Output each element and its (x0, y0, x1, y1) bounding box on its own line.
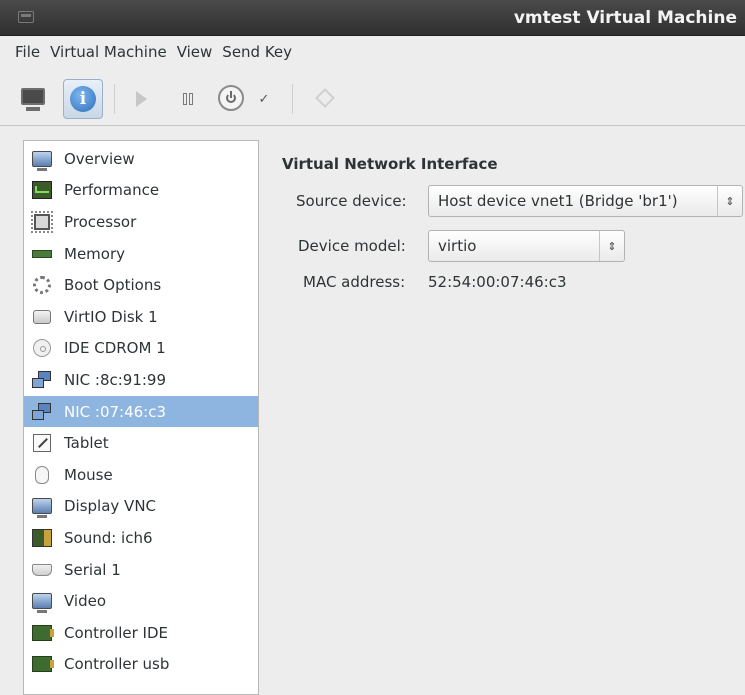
performance-icon (32, 181, 52, 200)
details-button[interactable]: i (63, 79, 103, 119)
device-model-label: Device model: (298, 237, 406, 255)
hw-item-nic-1[interactable]: NIC :8c:91:99 (24, 364, 258, 396)
menu-view[interactable]: View (172, 43, 218, 61)
hw-item-controller-ide[interactable]: Controller IDE (24, 617, 258, 649)
hw-item-label: Performance (64, 181, 160, 200)
hw-item-label: Processor (64, 212, 137, 231)
serial-icon (32, 563, 52, 576)
window-title: vmtest Virtual Machine (513, 8, 737, 28)
menu-virtual-machine[interactable]: Virtual Machine (45, 43, 172, 61)
toolbar-separator (292, 84, 293, 114)
section-title: Virtual Network Interface (282, 155, 498, 173)
mouse-icon (35, 465, 49, 484)
source-device-value: Host device vnet1 (Bridge 'br1') (438, 192, 678, 210)
run-icon (135, 91, 147, 107)
console-monitor-icon (21, 87, 45, 105)
hw-item-serial[interactable]: Serial 1 (24, 554, 258, 586)
controller-icon (32, 624, 54, 641)
hw-item-sound[interactable]: Sound: ich6 (24, 522, 258, 554)
device-model-combo[interactable]: virtio ⇕ (428, 230, 625, 262)
hw-item-boot-options[interactable]: Boot Options (24, 269, 258, 301)
hw-item-label: IDE CDROM 1 (64, 339, 166, 358)
controller-icon (32, 656, 54, 673)
updown-arrow-icon: ⇕ (717, 186, 742, 216)
hw-item-label: Sound: ich6 (64, 528, 153, 547)
hw-item-performance[interactable]: Performance (24, 175, 258, 207)
menu-file[interactable]: File (10, 43, 45, 61)
hw-item-label: Mouse (64, 465, 113, 484)
hw-item-video[interactable]: Video (24, 585, 258, 617)
network-icon (32, 402, 52, 421)
hw-item-display-vnc[interactable]: Display VNC (24, 491, 258, 523)
hw-item-label: Overview (64, 149, 135, 168)
processor-icon (31, 210, 53, 233)
video-icon (32, 593, 52, 614)
hw-item-controller-usb[interactable]: Controller usb (24, 649, 258, 681)
hw-item-virtio-disk[interactable]: VirtIO Disk 1 (24, 301, 258, 333)
hw-item-ide-cdrom[interactable]: IDE CDROM 1 (24, 333, 258, 365)
hw-item-label: Display VNC (64, 497, 157, 516)
menubar: File Virtual Machine View Send Key (0, 36, 745, 68)
info-icon: i (70, 86, 96, 112)
memory-icon (32, 249, 52, 258)
network-icon (32, 370, 52, 389)
gears-icon (33, 276, 51, 295)
chevron-down-icon: ✓ (258, 91, 270, 107)
mac-address-label: MAC address: (303, 273, 406, 291)
mac-address-value: 52:54:00:07:46:c3 (428, 273, 567, 291)
hw-item-label: VirtIO Disk 1 (64, 307, 158, 326)
hw-item-label: Controller usb (64, 655, 170, 674)
hw-item-label: Controller IDE (64, 623, 169, 642)
hardware-list[interactable]: Overview Performance Processor Memory Bo… (23, 140, 259, 695)
hw-item-label: NIC :8c:91:99 (64, 370, 167, 389)
run-button[interactable] (131, 88, 151, 110)
cdrom-icon (33, 339, 51, 358)
shutdown-menu-button[interactable]: ✓ (256, 88, 272, 110)
pause-button[interactable] (178, 88, 198, 110)
monitor-icon (32, 150, 52, 171)
hw-item-memory[interactable]: Memory (24, 238, 258, 270)
source-device-label: Source device: (296, 192, 407, 210)
source-device-combo[interactable]: Host device vnet1 (Bridge 'br1') ⇕ (428, 185, 743, 217)
fullscreen-move-icon (315, 88, 335, 108)
console-button[interactable] (19, 86, 47, 112)
updown-arrow-icon: ⇕ (599, 231, 624, 261)
shutdown-button[interactable] (218, 85, 244, 111)
device-model-value: virtio (438, 237, 477, 255)
hw-item-mouse[interactable]: Mouse (24, 459, 258, 491)
hw-item-label: Memory (64, 244, 126, 263)
disk-icon (33, 309, 51, 324)
window-icon[interactable] (18, 11, 34, 23)
sound-card-icon (32, 528, 52, 547)
pause-icon (183, 93, 187, 105)
hw-item-tablet[interactable]: Tablet (24, 427, 258, 459)
hw-item-nic-2[interactable]: NIC :07:46:c3 (24, 395, 258, 428)
hw-item-overview[interactable]: Overview (24, 143, 258, 175)
toolbar: i ✓ (0, 68, 745, 126)
hw-item-label: Video (64, 592, 107, 611)
display-icon (32, 498, 52, 519)
fullscreen-button[interactable] (313, 86, 337, 110)
hw-item-label: Serial 1 (64, 560, 121, 579)
hw-item-label: Boot Options (64, 276, 162, 295)
power-icon (226, 91, 236, 103)
hw-item-label: NIC :07:46:c3 (64, 402, 167, 421)
hw-item-label: Tablet (64, 434, 109, 453)
window-titlebar[interactable]: vmtest Virtual Machine (0, 0, 745, 36)
tablet-icon (33, 434, 51, 453)
hw-item-processor[interactable]: Processor (24, 206, 258, 238)
menu-send-key[interactable]: Send Key (217, 43, 297, 61)
toolbar-separator (114, 84, 115, 114)
